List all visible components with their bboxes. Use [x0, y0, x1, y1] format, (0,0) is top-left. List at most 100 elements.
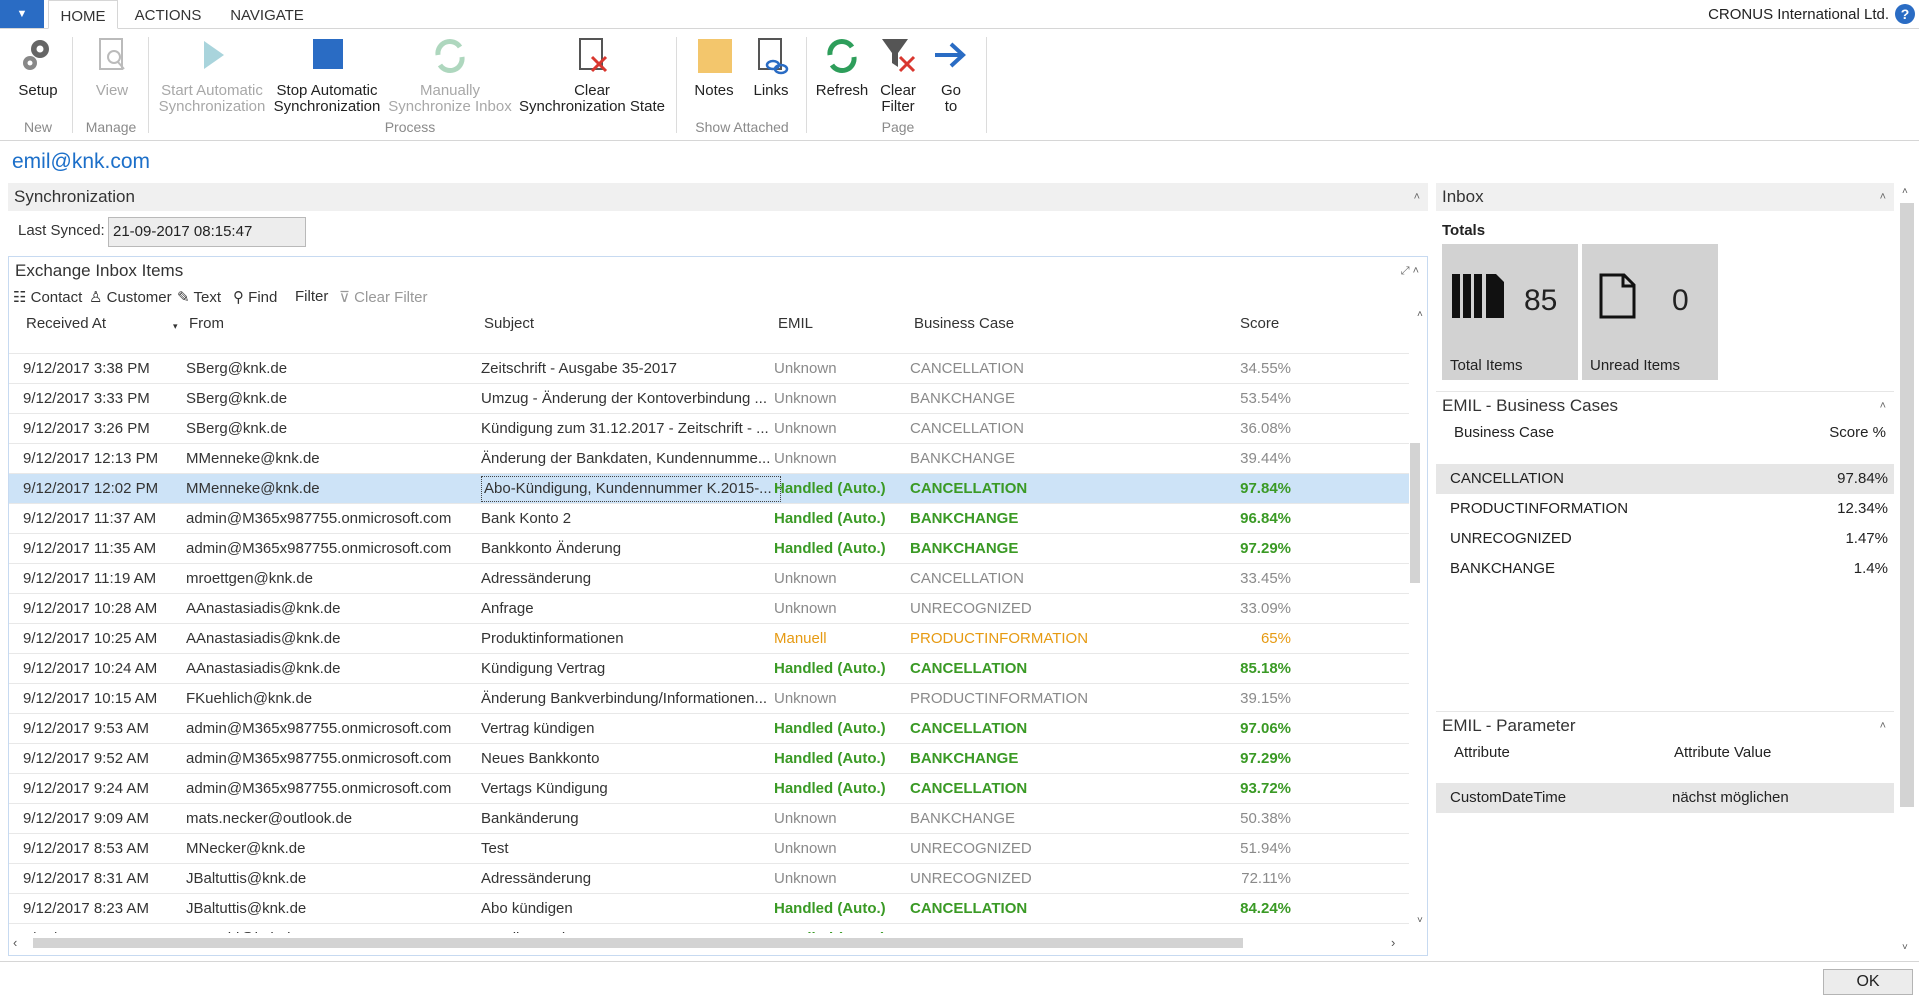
emil-status-cell[interactable]: Unknown [774, 684, 904, 714]
subject-cell[interactable]: Adressänderung [481, 864, 781, 894]
list-item[interactable]: CANCELLATION 97.84% [1436, 464, 1894, 494]
app-menu-button[interactable]: ▼ [0, 0, 44, 28]
column-from[interactable]: From [189, 315, 224, 332]
subject-cell[interactable]: Bankänderung [481, 804, 781, 834]
from-cell[interactable]: mats.necker@outlook.de [186, 804, 476, 834]
business-case-cell[interactable]: BANKCHANGE [910, 534, 1110, 564]
subject-cell[interactable]: Anfrage [481, 594, 781, 624]
help-icon[interactable]: ? [1895, 4, 1915, 24]
emil-status-cell[interactable]: Handled (Auto.) [774, 504, 904, 534]
table-row[interactable]: 9/12/2017 10:15 AM FKuehlich@knk.de Änderu… [9, 683, 1409, 713]
from-cell[interactable]: JBaltuttis@knk.de [186, 864, 476, 894]
unread-items-tile[interactable]: 0 Unread Items [1582, 244, 1718, 380]
received-at-cell[interactable]: 9/12/2017 10:28 AM [23, 594, 173, 624]
received-at-cell[interactable]: 9/12/2017 8:23 AM [23, 894, 173, 924]
customer-action[interactable]: ♙ Customer [89, 288, 172, 306]
score-cell[interactable]: 93.72% [1129, 774, 1291, 804]
emil-status-cell[interactable]: Handled (Auto.) [774, 744, 904, 774]
table-row[interactable]: 9/12/2017 8:53 AM MNecker@knk.de Test Unkno… [9, 833, 1409, 863]
from-cell[interactable]: FKuehlich@knk.de [186, 684, 476, 714]
from-cell[interactable]: SBerg@knk.de [186, 384, 476, 414]
table-row[interactable]: 9/12/2017 3:26 PM SBerg@knk.de Kündigung z… [9, 413, 1409, 443]
from-cell[interactable]: MMenneke@knk.de [186, 444, 476, 474]
score-cell[interactable]: 50.38% [1129, 804, 1291, 834]
subject-cell[interactable]: Bank Konto 2 [481, 504, 781, 534]
text-action[interactable]: ✎ Text [177, 288, 221, 306]
notes-button[interactable]: Notes [688, 35, 740, 99]
find-action[interactable]: ⚲ Find [233, 288, 277, 306]
score-cell[interactable]: 84.24% [1129, 894, 1291, 924]
received-at-cell[interactable]: 9/12/2017 10:24 AM [23, 654, 173, 684]
score-cell[interactable]: 72.11% [1129, 864, 1291, 894]
collapse-icon[interactable]: ˄ [1414, 183, 1420, 211]
synchronization-section-header[interactable]: Synchronization ˄ [8, 183, 1428, 211]
received-at-cell[interactable]: 9/12/2017 12:02 PM [23, 474, 173, 504]
received-at-cell[interactable]: 9/12/2017 9:52 AM [23, 744, 173, 774]
subject-cell[interactable]: Abo kündigen [481, 894, 781, 924]
table-row[interactable]: 9/12/2017 12:13 PM MMenneke@knk.de Änderun… [9, 443, 1409, 473]
emil-status-cell[interactable]: Unknown [774, 834, 904, 864]
table-row[interactable]: 9/12/2017 3:38 PM SBerg@knk.de Zeitschrift… [9, 353, 1409, 383]
emil-status-cell[interactable]: Unknown [774, 804, 904, 834]
received-at-cell[interactable]: 9/12/2017 11:35 AM [23, 534, 173, 564]
table-row[interactable]: 9/12/2017 10:24 AM AAnastasiadis@knk.de Kü… [9, 653, 1409, 683]
subject-cell[interactable]: Neues Bankkonto [481, 744, 781, 774]
list-item[interactable]: CustomDateTime nächst möglichen [1436, 783, 1894, 813]
table-row[interactable]: 9/12/2017 11:37 AM admin@M365x987755.onmi… [9, 503, 1409, 533]
business-case-cell[interactable]: BANKCHANGE [910, 744, 1110, 774]
received-at-cell[interactable]: 9/12/2017 10:25 AM [23, 624, 173, 654]
from-cell[interactable]: AAnastasiadis@knk.de [186, 654, 476, 684]
subject-cell[interactable]: Bankkonto Änderung [481, 534, 781, 564]
business-case-cell[interactable]: CANCELLATION [910, 564, 1110, 594]
emil-status-cell[interactable]: Unknown [774, 444, 904, 474]
received-at-cell[interactable]: 9/12/2017 3:38 PM [23, 354, 173, 384]
score-cell[interactable]: 39.44% [1129, 444, 1291, 474]
business-case-cell[interactable]: CANCELLATION [910, 714, 1110, 744]
emil-status-cell[interactable]: Handled (Auto.) [774, 474, 904, 504]
received-at-cell[interactable]: 9/12/2017 9:53 AM [23, 714, 173, 744]
table-row[interactable]: 9/12/2017 3:33 PM SBerg@knk.de Umzug - Änd… [9, 383, 1409, 413]
subject-cell[interactable]: Kündigung des Vertrages [481, 924, 781, 933]
expand-collapse-icon[interactable]: ⤢ ˄ [1401, 257, 1419, 285]
filter-action[interactable]: Filter [295, 288, 328, 305]
list-item[interactable]: PRODUCTINFORMATION 12.34% [1436, 494, 1894, 524]
subject-cell[interactable]: Änderung der Bankdaten, Kundennumme... [481, 444, 781, 474]
total-items-tile[interactable]: 85 Total Items [1442, 244, 1578, 380]
scroll-right-icon[interactable]: › [1391, 935, 1395, 950]
collapse-icon[interactable]: ˄ [1880, 712, 1886, 740]
horizontal-scroll-thumb[interactable] [33, 938, 1243, 948]
from-cell[interactable]: admin@M365x987755.onmicrosoft.com [186, 714, 476, 744]
go-to-button[interactable]: Go to [930, 35, 972, 115]
subject-cell[interactable]: Adressänderung [481, 564, 781, 594]
list-item[interactable]: BANKCHANGE 1.4% [1436, 554, 1894, 584]
tab-actions[interactable]: ACTIONS [128, 0, 208, 29]
business-case-cell[interactable]: CANCELLATION [910, 414, 1110, 444]
business-case-cell[interactable]: PRODUCTINFORMATION [910, 624, 1110, 654]
view-button[interactable]: View [88, 35, 136, 99]
received-at-cell[interactable]: 9/12/2017 11:37 AM [23, 504, 173, 534]
stop-automatic-sync-button[interactable]: Stop Automatic Synchronization [272, 35, 382, 115]
vertical-scrollbar[interactable]: ˄ ˅ [1417, 309, 1429, 933]
business-case-cell[interactable]: BANKCHANGE [910, 384, 1110, 414]
from-cell[interactable]: SBerg@knk.de [186, 354, 476, 384]
page-scroll-thumb[interactable] [1900, 203, 1914, 807]
tab-home[interactable]: HOME [48, 0, 118, 29]
table-row[interactable]: 9/12/2017 12:02 PM MMenneke@knk.de Abo-Kün… [9, 473, 1409, 503]
subject-cell[interactable]: Änderung Bankverbindung/Informationen... [481, 684, 781, 714]
table-row[interactable]: 9/12/2017 11:19 AM mroettgen@knk.de Adress… [9, 563, 1409, 593]
subject-cell[interactable]: Kündigung Vertrag [481, 654, 781, 684]
table-row[interactable]: 9/12/2017 9:52 AM admin@M365x987755.onmic… [9, 743, 1409, 773]
subject-cell[interactable]: Vertrag kündigen [481, 714, 781, 744]
business-case-cell[interactable]: CANCELLATION [910, 354, 1110, 384]
emil-status-cell[interactable]: Unknown [774, 384, 904, 414]
received-at-cell[interactable]: 9/12/2017 3:33 PM [23, 384, 173, 414]
scroll-down-icon[interactable]: ˅ [1417, 915, 1423, 926]
score-cell[interactable]: 97.29% [1129, 534, 1291, 564]
subject-cell[interactable]: Kündigung zum 31.12.2017 - Zeitschrift -… [481, 414, 781, 444]
score-cell[interactable]: 97.29% [1129, 744, 1291, 774]
scroll-down-icon[interactable]: ˅ [1902, 942, 1908, 953]
business-case-cell[interactable]: CANCELLATION [910, 654, 1110, 684]
business-case-cell[interactable]: CANCELLATION [910, 474, 1110, 504]
from-cell[interactable]: admin@M365x987755.onmicrosoft.com [186, 534, 476, 564]
received-at-cell[interactable]: 9/12/2017 8:31 AM [23, 864, 173, 894]
